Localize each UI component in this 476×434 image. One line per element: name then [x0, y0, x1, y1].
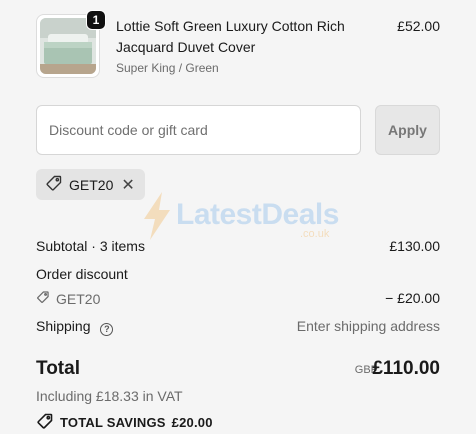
watermark-logo: LatestDeals .co.uk — [140, 192, 339, 245]
discount-code-label: GET20 — [56, 290, 101, 307]
shipping-value: Enter shipping address — [296, 318, 440, 334]
shipping-row: Shipping ? — [36, 318, 114, 336]
applied-discount-chip: GET20 ✕ — [36, 169, 145, 200]
applied-code-label: GET20 — [69, 176, 114, 193]
subtotal-value: £130.00 — [389, 238, 440, 254]
discount-code-row: GET20 — [36, 290, 100, 307]
savings-value: £20.00 — [171, 415, 213, 430]
vat-note: Including £18.33 in VAT — [36, 388, 183, 404]
order-discount-label: Order discount — [36, 266, 128, 282]
product-variant: Super King / Green — [116, 61, 219, 75]
product-price: £52.00 — [397, 18, 440, 34]
subtotal-label: Subtotal · 3 items — [36, 238, 145, 254]
shipping-label: Shipping — [36, 318, 91, 334]
quantity-badge: 1 — [86, 10, 106, 30]
remove-code-icon[interactable]: ✕ — [121, 175, 134, 195]
product-name: Lottie Soft Green Luxury Cotton Rich Jac… — [116, 18, 345, 55]
total-value: £110.00 — [372, 358, 440, 379]
help-icon[interactable]: ? — [100, 322, 114, 336]
savings-label: TOTAL SAVINGS — [60, 415, 166, 430]
total-label: Total — [36, 358, 80, 379]
tag-icon — [45, 174, 63, 195]
tag-icon — [36, 412, 54, 433]
tag-icon — [36, 290, 50, 307]
discount-value: − £20.00 — [385, 290, 440, 306]
discount-code-input[interactable] — [36, 105, 361, 155]
apply-button[interactable]: Apply — [375, 105, 440, 155]
total-savings: TOTAL SAVINGS £20.00 — [36, 412, 213, 433]
